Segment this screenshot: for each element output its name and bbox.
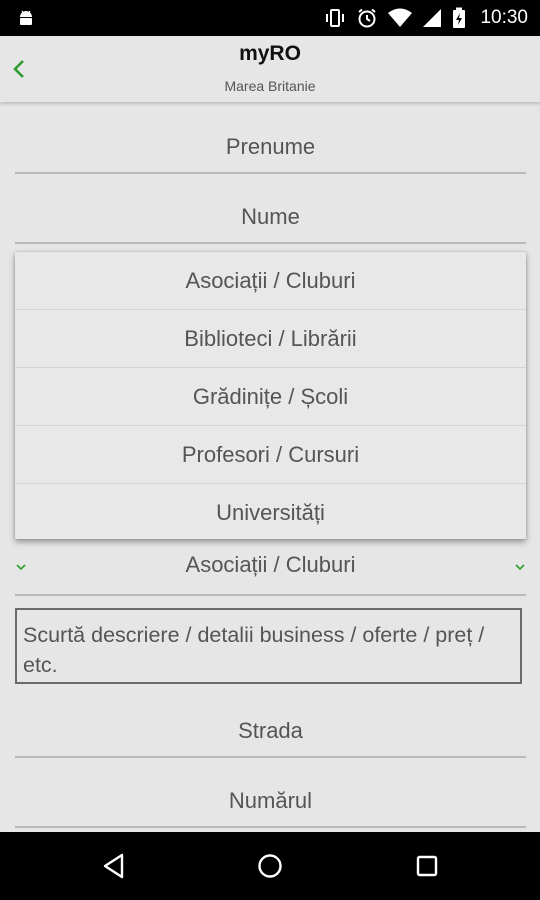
category-dropdown-popup: Asociații / Cluburi Biblioteci / Librări… (15, 252, 526, 539)
back-triangle-icon[interactable] (100, 852, 128, 880)
app-header: myRO Marea Britanie (0, 36, 540, 102)
signal-icon (423, 9, 442, 27)
dropdown-option[interactable]: Grădinițe / Școli (15, 368, 526, 426)
dropdown-option[interactable]: Profesori / Cursuri (15, 426, 526, 484)
chevron-down-icon (515, 564, 525, 571)
status-icons: 10:30 (324, 0, 528, 36)
page-title: myRO (239, 42, 301, 65)
description-textarea[interactable]: Scurtă descriere / detalii business / of… (15, 608, 522, 684)
numar-field[interactable]: Numărul (15, 782, 526, 828)
vibrate-icon (326, 9, 345, 27)
alarm-icon (358, 8, 377, 28)
dropdown-option[interactable]: Universități (15, 484, 526, 541)
prenume-field[interactable]: Prenume (15, 128, 526, 174)
strada-field[interactable]: Strada (15, 712, 526, 758)
navigation-bar (0, 832, 540, 900)
wifi-icon (388, 8, 413, 27)
home-circle-icon[interactable] (256, 852, 284, 880)
dropdown-option[interactable]: Biblioteci / Librării (15, 310, 526, 368)
status-time: 10:30 (480, 7, 528, 28)
recents-square-icon[interactable] (413, 852, 441, 880)
nume-field[interactable]: Nume (15, 198, 526, 244)
status-bar: 10:30 (0, 0, 540, 36)
dropdown-option[interactable]: Asociații / Cluburi (15, 252, 526, 310)
battery-charging-icon (453, 7, 466, 28)
android-icon (20, 10, 32, 25)
category-select-value: Asociații / Cluburi (185, 552, 356, 577)
category-select[interactable]: Asociații / Cluburi (15, 548, 526, 596)
page-subtitle: Marea Britanie (224, 78, 316, 94)
